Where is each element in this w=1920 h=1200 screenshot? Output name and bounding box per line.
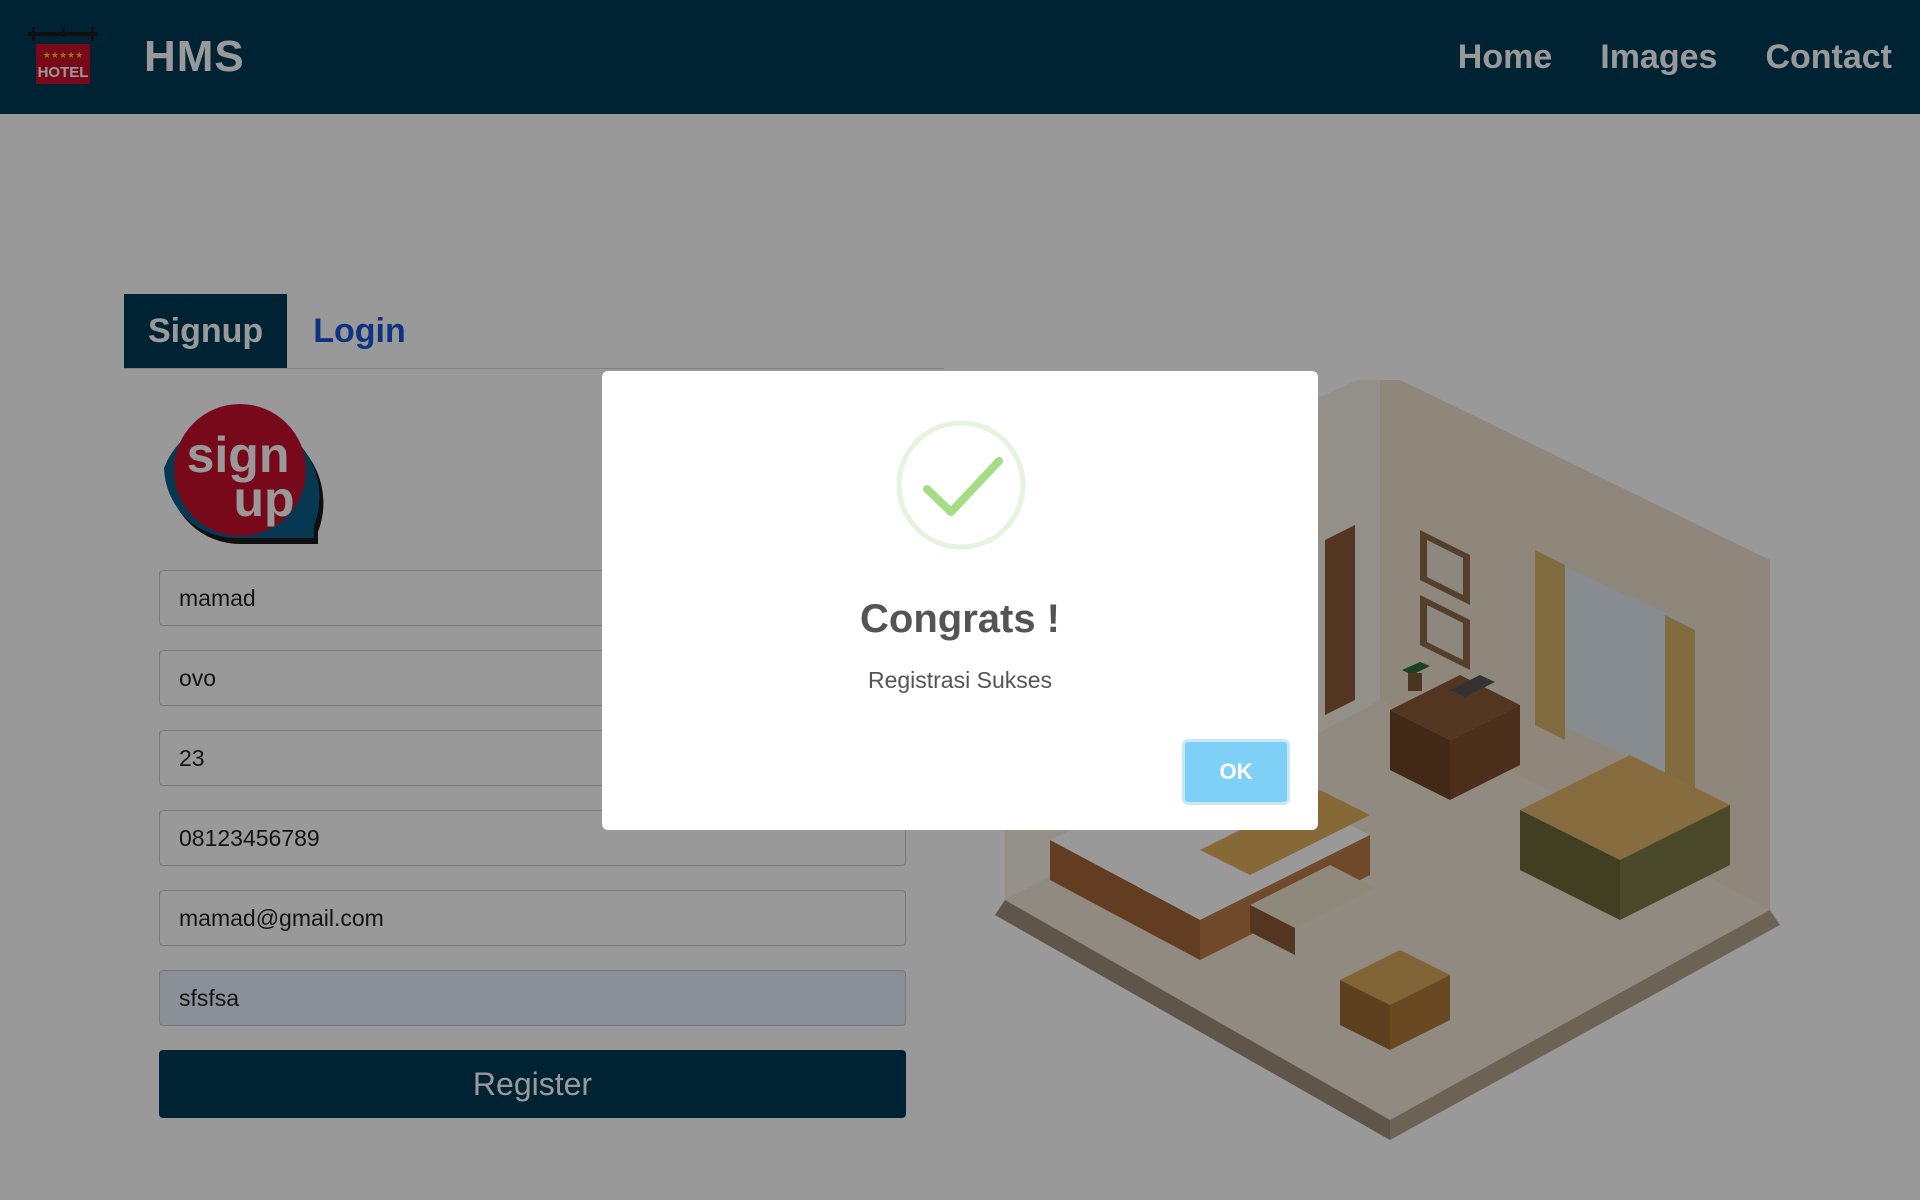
dialog-message: Registrasi Sukses — [867, 667, 1053, 693]
dialog-title: Congrats ! — [860, 597, 1060, 641]
success-dialog: Congrats ! Registrasi Sukses OK — [602, 371, 1318, 830]
ok-button[interactable]: OK — [1182, 739, 1290, 805]
success-check-icon — [895, 419, 1027, 551]
